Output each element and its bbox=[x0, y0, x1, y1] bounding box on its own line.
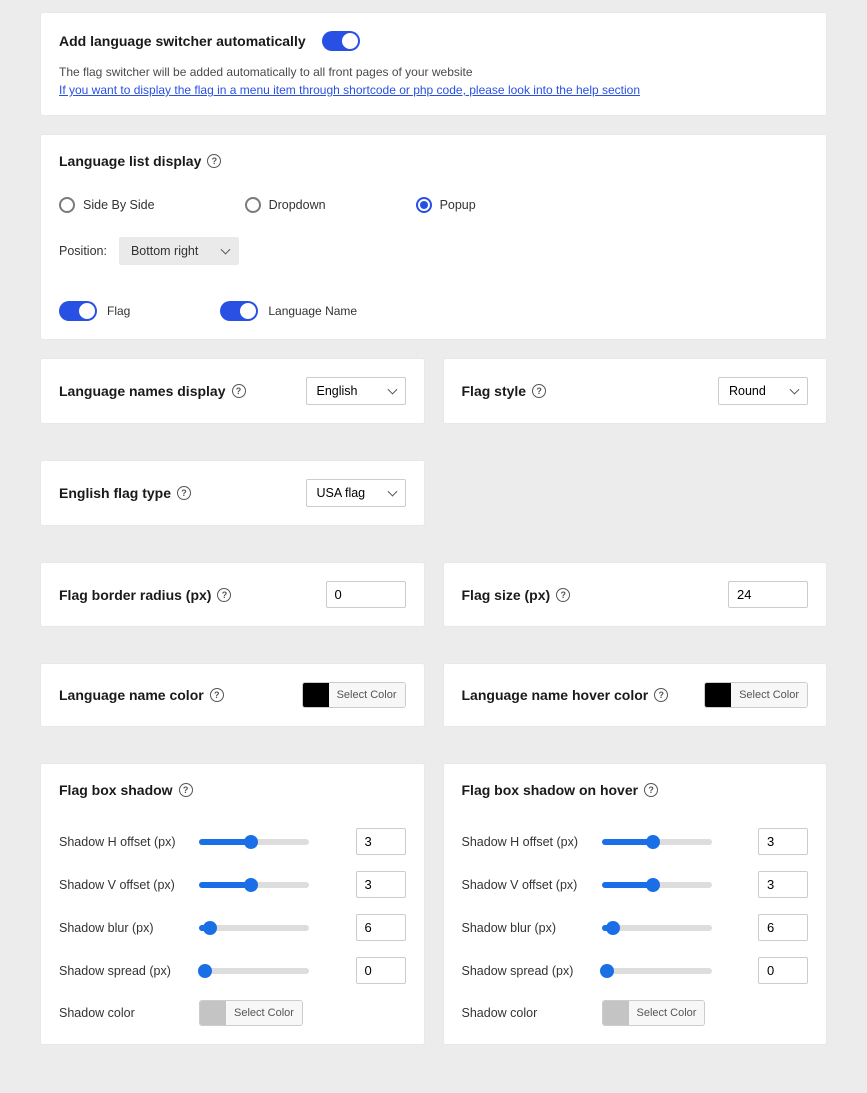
flag-size-card: Flag size (px) bbox=[443, 562, 828, 627]
english-flag-type-card: English flag type USA flag bbox=[40, 460, 425, 526]
flag-style-card: Flag style Round bbox=[443, 358, 828, 424]
position-select[interactable]: Bottom right bbox=[119, 237, 239, 265]
flag-box-shadow-title: Flag box shadow bbox=[59, 782, 173, 798]
display-radio-group: Side By Side Dropdown Popup bbox=[59, 197, 808, 213]
flag-box-shadow-hover-title: Flag box shadow on hover bbox=[462, 782, 639, 798]
help-icon[interactable] bbox=[232, 384, 246, 398]
flag-toggle-label: Flag bbox=[107, 304, 130, 318]
help-icon[interactable] bbox=[532, 384, 546, 398]
shadow-hover-blur-label: Shadow blur (px) bbox=[462, 921, 592, 935]
position-label: Position: bbox=[59, 244, 107, 258]
help-icon[interactable] bbox=[179, 783, 193, 797]
lang-name-color-picker[interactable]: Select Color bbox=[302, 682, 406, 708]
shadow-hover-color-picker[interactable]: Select Color bbox=[602, 1000, 706, 1026]
flag-box-shadow-hover-card: Flag box shadow on hover Shadow H offset… bbox=[443, 763, 828, 1045]
radio-dropdown[interactable]: Dropdown bbox=[245, 197, 326, 213]
shadow-spread-input[interactable] bbox=[356, 957, 406, 984]
shadow-blur-input[interactable] bbox=[356, 914, 406, 941]
shadow-spread-label: Shadow spread (px) bbox=[59, 964, 189, 978]
flag-toggle[interactable] bbox=[59, 301, 97, 321]
list-display-card: Language list display Side By Side Dropd… bbox=[40, 134, 827, 340]
radio-label: Dropdown bbox=[269, 198, 326, 212]
help-icon[interactable] bbox=[207, 154, 221, 168]
shadow-v-offset-slider[interactable] bbox=[199, 882, 309, 888]
shadow-hover-h-offset-slider[interactable] bbox=[602, 839, 712, 845]
switcher-description: The flag switcher will be added automati… bbox=[59, 65, 808, 79]
english-flag-type-select[interactable]: USA flag bbox=[306, 479, 406, 507]
color-swatch bbox=[705, 683, 731, 707]
names-display-card: Language names display English bbox=[40, 358, 425, 424]
help-icon[interactable] bbox=[644, 783, 658, 797]
switcher-help-link[interactable]: If you want to display the flag in a men… bbox=[59, 83, 640, 97]
radio-side-by-side[interactable]: Side By Side bbox=[59, 197, 155, 213]
help-icon[interactable] bbox=[654, 688, 668, 702]
shadow-h-offset-input[interactable] bbox=[356, 828, 406, 855]
shadow-hover-blur-input[interactable] bbox=[758, 914, 808, 941]
shadow-blur-slider[interactable] bbox=[199, 925, 309, 931]
flag-box-shadow-card: Flag box shadow Shadow H offset (px) Sha… bbox=[40, 763, 425, 1045]
flag-style-title: Flag style bbox=[462, 383, 527, 399]
shadow-hover-spread-input[interactable] bbox=[758, 957, 808, 984]
switcher-title: Add language switcher automatically bbox=[59, 33, 306, 49]
lang-name-hover-color-title: Language name hover color bbox=[462, 687, 649, 703]
names-display-select[interactable]: English bbox=[306, 377, 406, 405]
flag-style-select[interactable]: Round bbox=[718, 377, 808, 405]
switcher-toggle[interactable] bbox=[322, 31, 360, 51]
help-icon[interactable] bbox=[177, 486, 191, 500]
shadow-hover-blur-slider[interactable] bbox=[602, 925, 712, 931]
shadow-color-label: Shadow color bbox=[59, 1006, 189, 1020]
radio-label: Popup bbox=[440, 198, 476, 212]
lang-name-color-title: Language name color bbox=[59, 687, 204, 703]
shadow-blur-label: Shadow blur (px) bbox=[59, 921, 189, 935]
select-color-label: Select Color bbox=[226, 1001, 302, 1025]
shadow-hover-v-offset-input[interactable] bbox=[758, 871, 808, 898]
flag-size-input[interactable] bbox=[728, 581, 808, 608]
help-icon[interactable] bbox=[210, 688, 224, 702]
flag-border-radius-title: Flag border radius (px) bbox=[59, 587, 211, 603]
select-color-label: Select Color bbox=[329, 683, 405, 707]
flag-border-radius-card: Flag border radius (px) bbox=[40, 562, 425, 627]
shadow-h-offset-label: Shadow H offset (px) bbox=[59, 835, 189, 849]
shadow-hover-spread-label: Shadow spread (px) bbox=[462, 964, 592, 978]
shadow-spread-slider[interactable] bbox=[199, 968, 309, 974]
shadow-hover-h-offset-input[interactable] bbox=[758, 828, 808, 855]
radio-popup[interactable]: Popup bbox=[416, 197, 476, 213]
flag-border-radius-input[interactable] bbox=[326, 581, 406, 608]
names-display-title: Language names display bbox=[59, 383, 226, 399]
select-color-label: Select Color bbox=[629, 1001, 705, 1025]
shadow-hover-v-offset-slider[interactable] bbox=[602, 882, 712, 888]
help-icon[interactable] bbox=[556, 588, 570, 602]
list-display-title: Language list display bbox=[59, 153, 201, 169]
switcher-card: Add language switcher automatically The … bbox=[40, 12, 827, 116]
color-swatch bbox=[200, 1001, 226, 1025]
color-swatch bbox=[603, 1001, 629, 1025]
lang-name-hover-color-picker[interactable]: Select Color bbox=[704, 682, 808, 708]
shadow-color-picker[interactable]: Select Color bbox=[199, 1000, 303, 1026]
shadow-hover-v-offset-label: Shadow V offset (px) bbox=[462, 878, 592, 892]
shadow-hover-color-label: Shadow color bbox=[462, 1006, 592, 1020]
color-swatch bbox=[303, 683, 329, 707]
help-icon[interactable] bbox=[217, 588, 231, 602]
english-flag-type-title: English flag type bbox=[59, 485, 171, 501]
lang-name-hover-color-card: Language name hover color Select Color bbox=[443, 663, 828, 727]
lang-name-color-card: Language name color Select Color bbox=[40, 663, 425, 727]
shadow-hover-spread-slider[interactable] bbox=[602, 968, 712, 974]
select-color-label: Select Color bbox=[731, 683, 807, 707]
shadow-hover-h-offset-label: Shadow H offset (px) bbox=[462, 835, 592, 849]
shadow-v-offset-input[interactable] bbox=[356, 871, 406, 898]
flag-size-title: Flag size (px) bbox=[462, 587, 551, 603]
shadow-h-offset-slider[interactable] bbox=[199, 839, 309, 845]
language-name-toggle-label: Language Name bbox=[268, 304, 357, 318]
radio-label: Side By Side bbox=[83, 198, 155, 212]
language-name-toggle[interactable] bbox=[220, 301, 258, 321]
shadow-v-offset-label: Shadow V offset (px) bbox=[59, 878, 189, 892]
